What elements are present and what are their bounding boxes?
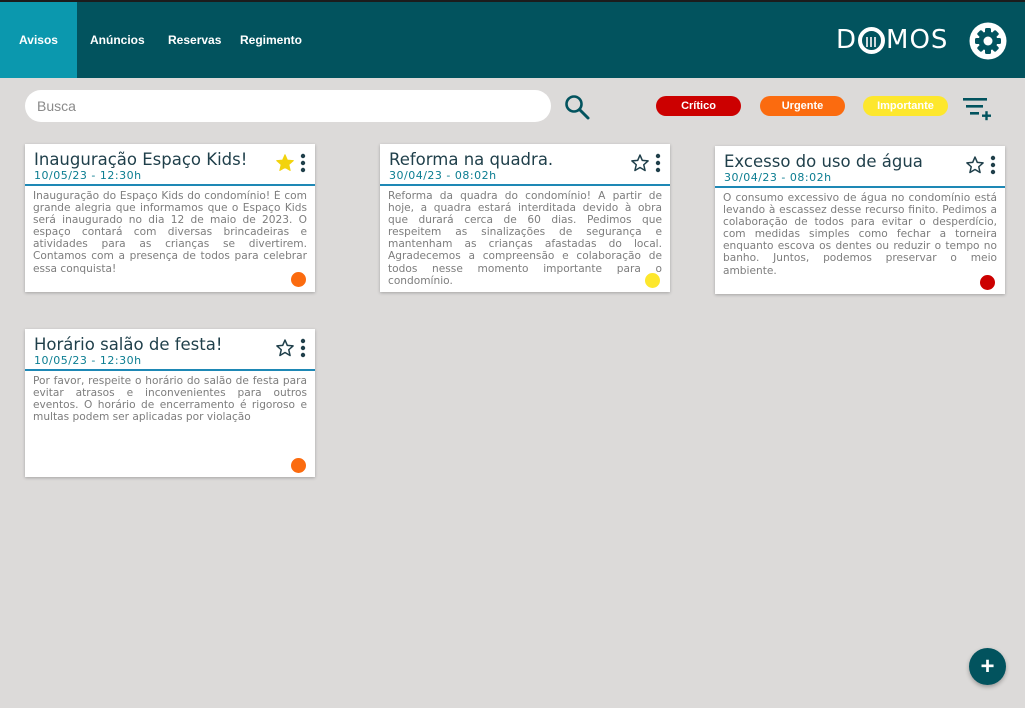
notice-body: Reforma da quadra do condomínio! A parti… [388,190,662,287]
notice-title: Reforma na quadra. [389,150,554,169]
search-input[interactable] [25,90,551,122]
more-options-icon[interactable] [299,153,307,173]
tab-regimento[interactable]: Regimento [240,2,302,78]
notice-title: Excesso do uso de água [724,152,923,171]
notice-body: O consumo excessivo de água no condomíni… [723,192,997,277]
top-navigation-bar: Avisos Anúncios Reservas Regimento D MOS [0,0,1025,78]
notice-card[interactable]: Reforma na quadra. 30/04/23 - 08:02h Ref… [380,144,670,292]
gear-icon[interactable] [969,22,1007,60]
search-icon[interactable] [563,93,591,121]
notice-divider [715,186,1005,188]
logo-letter-d: D [836,25,858,55]
priority-dot [291,272,306,287]
filter-chip-critico[interactable]: Crítico [656,96,741,116]
notice-date: 30/04/23 - 08:02h [389,169,497,182]
priority-dot [980,275,995,290]
notice-card[interactable]: Horário salão de festa! 10/05/23 - 12:30… [25,329,315,477]
notice-body: Por favor, respeite o horário do salão d… [33,375,307,424]
notice-body: Inauguração do Espaço Kids do condomínio… [33,190,307,275]
domos-logo: D MOS [836,25,948,55]
notice-date: 10/05/23 - 12:30h [34,354,142,367]
notice-divider [25,184,315,186]
tab-anuncios[interactable]: Anúncios [90,2,145,78]
filter-chip-urgente[interactable]: Urgente [760,96,845,116]
notice-divider [25,369,315,371]
star-outline-icon[interactable] [965,155,985,175]
notice-card[interactable]: Inauguração Espaço Kids! 10/05/23 - 12:3… [25,144,315,292]
more-options-icon[interactable] [989,155,997,175]
notice-title: Horário salão de festa! [34,335,223,354]
notice-divider [380,184,670,186]
notice-date: 10/05/23 - 12:30h [34,169,142,182]
notice-card[interactable]: Excesso do uso de água 30/04/23 - 08:02h… [715,146,1005,294]
tab-avisos[interactable]: Avisos [0,2,77,78]
star-filled-icon[interactable] [275,153,295,173]
more-options-icon[interactable] [299,338,307,358]
notice-date: 30/04/23 - 08:02h [724,171,832,184]
star-outline-icon[interactable] [275,338,295,358]
tab-reservas[interactable]: Reservas [168,2,221,78]
priority-dot [645,273,660,288]
logo-building-icon [858,26,886,54]
add-notice-button[interactable]: + [969,648,1006,685]
more-options-icon[interactable] [654,153,662,173]
star-outline-icon[interactable] [630,153,650,173]
priority-dot [291,458,306,473]
filter-chip-importante[interactable]: Importante [863,96,948,116]
notice-title: Inauguração Espaço Kids! [34,150,248,169]
filter-add-icon[interactable] [962,95,992,123]
logo-letters-mos: MOS [886,25,949,55]
